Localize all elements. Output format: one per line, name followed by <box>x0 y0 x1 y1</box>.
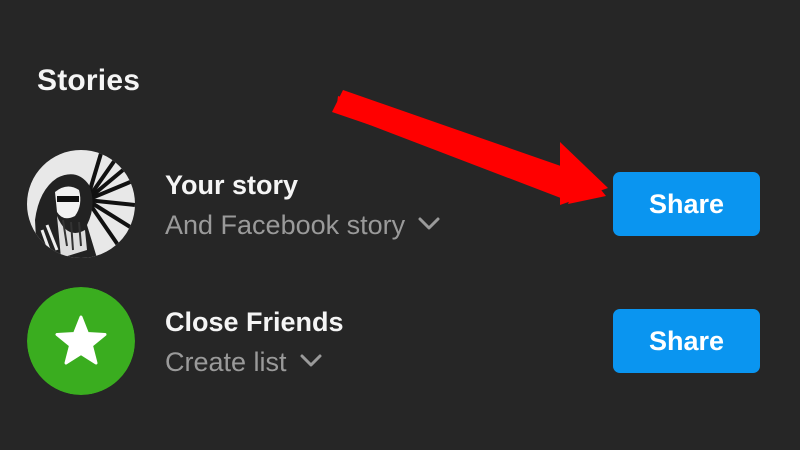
chevron-down-icon[interactable] <box>299 345 323 376</box>
create-list-option[interactable]: Create list <box>165 347 323 378</box>
your-story-row: Your story And Facebook story Share <box>0 148 800 260</box>
share-close-friends-button[interactable]: Share <box>613 309 760 373</box>
close-friends-row: Close Friends Create list Share <box>0 285 800 397</box>
your-story-title: Your story <box>165 170 299 200</box>
create-list-label: Create list <box>165 347 287 377</box>
facebook-story-option[interactable]: And Facebook story <box>165 210 441 241</box>
star-icon <box>27 287 135 395</box>
stories-heading: Stories <box>37 64 141 97</box>
chevron-down-icon[interactable] <box>417 208 441 239</box>
profile-photo-image <box>27 150 135 258</box>
share-your-story-button[interactable]: Share <box>613 172 760 236</box>
profile-photo-avatar[interactable] <box>27 150 135 258</box>
close-friends-title: Close Friends <box>165 307 344 337</box>
facebook-story-label: And Facebook story <box>165 210 406 240</box>
close-friends-avatar[interactable] <box>27 287 135 395</box>
